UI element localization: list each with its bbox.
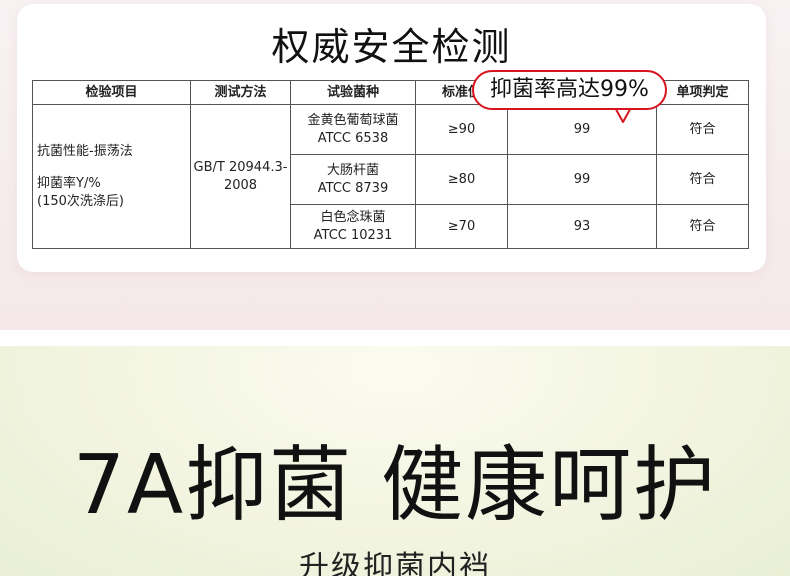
result-cell: 93 bbox=[507, 204, 657, 249]
verdict-cell: 符合 bbox=[656, 204, 749, 249]
result-cell: 99 bbox=[507, 154, 657, 205]
strain-code: ATCC 10231 bbox=[313, 227, 393, 243]
strain-cell: 金黄色葡萄球菌 ATCC 6538 bbox=[290, 104, 416, 155]
section-divider bbox=[0, 330, 790, 346]
standard-cell: ≥70 bbox=[415, 204, 508, 249]
header-strain: 试验菌种 bbox=[290, 80, 416, 105]
banner-headline: 7A抑菌 健康呵护 bbox=[0, 436, 790, 536]
report-card: 权威安全检测 检验项目 测试方法 试验菌种 标准值 单项判定 抗菌性能-振荡法 bbox=[17, 4, 766, 272]
header-verdict: 单项判定 bbox=[656, 80, 749, 105]
card-title: 权威安全检测 bbox=[271, 25, 512, 69]
standard-cell: ≥90 bbox=[415, 104, 508, 155]
header-method: 测试方法 bbox=[190, 80, 291, 105]
strain-name: 金黄色葡萄球菌 bbox=[307, 112, 399, 128]
headline-part-a: 7A抑菌 bbox=[72, 438, 354, 533]
verdict-cell: 符合 bbox=[656, 104, 749, 155]
headline-part-b: 健康呵护 bbox=[381, 438, 718, 533]
header-item: 检验项目 bbox=[32, 80, 191, 105]
strain-cell: 白色念珠菌 ATCC 10231 bbox=[290, 204, 416, 249]
test-item-note: (150次洗涤后) bbox=[37, 193, 124, 209]
test-method-cell: GB/T 20944.3-2008 bbox=[190, 104, 291, 249]
result-cell: 99 bbox=[507, 104, 657, 155]
table-row: 抗菌性能-振荡法 抑菌率Y/% (150次洗涤后) GB/T 20944.3-2… bbox=[32, 104, 749, 249]
test-item-name: 抗菌性能-振荡法 bbox=[37, 143, 133, 159]
banner-section: 7A抑菌 健康呵护 升级抑菌内裆 bbox=[0, 346, 790, 576]
strain-code: ATCC 8739 bbox=[317, 180, 389, 196]
strain-name: 大肠杆菌 bbox=[326, 162, 379, 178]
standard-cell: ≥80 bbox=[415, 154, 508, 205]
callout-bubble: 抑菌率高达99% bbox=[472, 70, 667, 110]
test-item-cell: 抗菌性能-振荡法 抑菌率Y/% (150次洗涤后) bbox=[32, 104, 191, 249]
banner-subline: 升级抑菌内裆 bbox=[299, 550, 491, 576]
strain-cell: 大肠杆菌 ATCC 8739 bbox=[290, 154, 416, 205]
verdict-cell: 符合 bbox=[656, 154, 749, 205]
strain-code: ATCC 6538 bbox=[317, 130, 389, 146]
test-item-metric: 抑菌率Y/% bbox=[37, 175, 101, 191]
strain-name: 白色念珠菌 bbox=[320, 209, 386, 225]
